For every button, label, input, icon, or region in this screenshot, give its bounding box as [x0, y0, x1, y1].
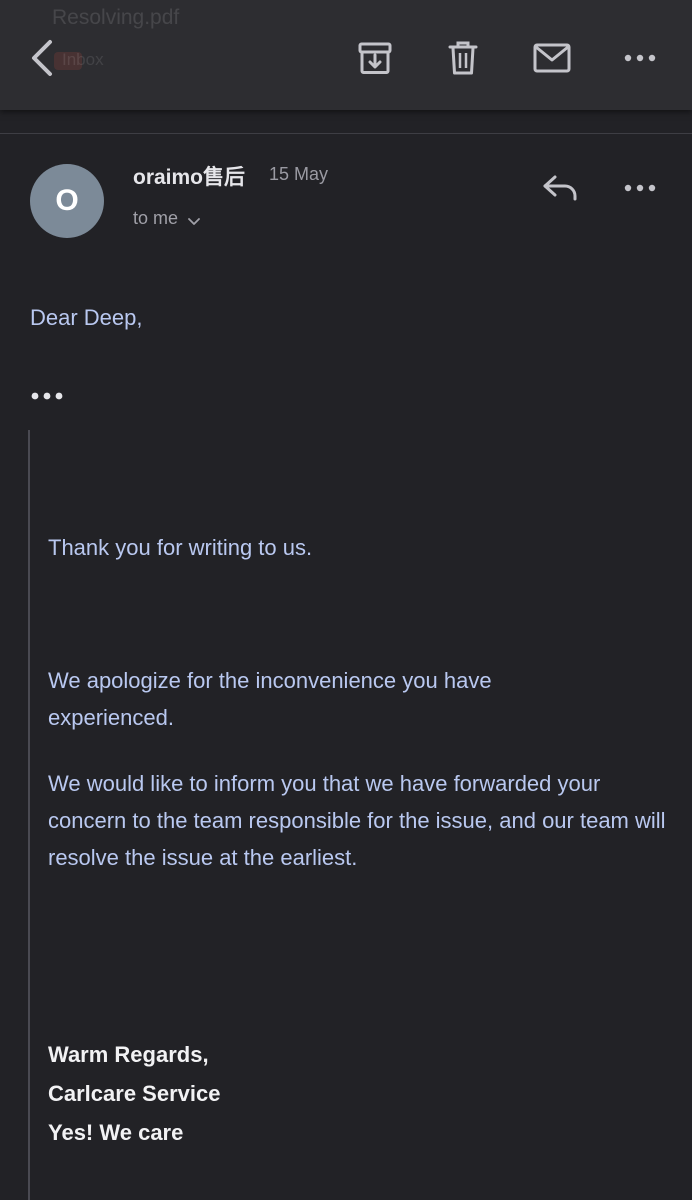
- signature-line: Yes! We care: [48, 1120, 184, 1145]
- show-trimmed-content-button[interactable]: [30, 384, 70, 408]
- mail-icon: [533, 43, 571, 73]
- more-horizontal-icon: [624, 54, 656, 62]
- header-divider: [0, 133, 692, 134]
- message-date: 15 May: [269, 164, 329, 184]
- recipient-details-toggle[interactable]: to me: [133, 206, 200, 231]
- scrolled-label-text: Inbox: [62, 50, 104, 69]
- archive-button[interactable]: [351, 34, 399, 82]
- trash-icon: [448, 41, 478, 75]
- email-view: Resolving.pdf Inbox O oraimo售后 15 May to…: [0, 0, 692, 1200]
- more-options-button[interactable]: [616, 34, 664, 82]
- message-more-button[interactable]: [616, 164, 664, 212]
- back-button[interactable]: [18, 34, 66, 82]
- archive-icon: [358, 42, 392, 74]
- ellipsis-icon: [31, 392, 63, 400]
- top-toolbar: Resolving.pdf Inbox: [0, 0, 692, 110]
- email-greeting: Dear Deep,: [30, 305, 143, 330]
- reply-icon: [543, 175, 577, 201]
- signature-line: Warm Regards,: [48, 1042, 209, 1067]
- chevron-down-icon: [188, 210, 200, 231]
- body-paragraph: Thank you for writing to us.: [48, 535, 313, 560]
- more-horizontal-icon: [624, 184, 656, 192]
- sender-avatar[interactable]: O: [30, 164, 104, 238]
- chevron-left-icon: [32, 40, 52, 76]
- recipient-label: to me: [133, 208, 179, 228]
- mark-unread-button[interactable]: [528, 34, 576, 82]
- sender-name: oraimo售后: [133, 166, 246, 189]
- scrolled-subject-text: Resolving.pdf: [52, 6, 180, 29]
- body-paragraph: We would like to inform you that we have…: [48, 771, 666, 870]
- reply-button[interactable]: [536, 164, 584, 212]
- delete-button[interactable]: [439, 34, 487, 82]
- body-paragraph: We apologize for the inconvenience you h…: [48, 668, 492, 730]
- signature-line: Carlcare Service: [48, 1081, 221, 1106]
- quoted-text-bar: [28, 430, 30, 1200]
